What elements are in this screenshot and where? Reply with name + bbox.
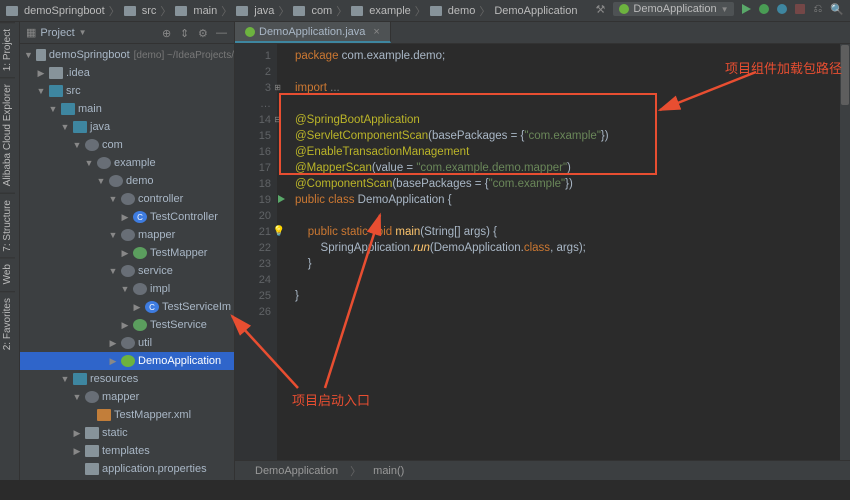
tab-structure[interactable]: 7: Structure bbox=[0, 193, 15, 258]
coverage-icon[interactable] bbox=[777, 4, 787, 14]
editor-tabs: DemoApplication.java × bbox=[235, 22, 850, 44]
run-config-dropdown[interactable]: DemoApplication ▼ bbox=[613, 2, 734, 16]
editor-tab-demoapp[interactable]: DemoApplication.java × bbox=[235, 22, 391, 43]
tree-item-static[interactable]: ▶static bbox=[20, 424, 234, 442]
gutter[interactable]: 123⊞…14⊟15161718192021💡2223242526 bbox=[235, 44, 277, 460]
tree-item-testserviceim[interactable]: ▶CTestServiceIm bbox=[20, 298, 234, 316]
springboot-icon bbox=[245, 27, 255, 37]
crumb-file[interactable]: DemoApplication bbox=[494, 5, 577, 17]
crumb[interactable]: DemoApplication bbox=[255, 465, 338, 477]
springboot-icon bbox=[619, 4, 629, 14]
crumb[interactable]: demoSpringboot bbox=[24, 5, 105, 17]
folder-icon bbox=[293, 6, 305, 16]
tree-item-impl[interactable]: ▼impl bbox=[20, 280, 234, 298]
scrollbar-vertical[interactable] bbox=[840, 44, 850, 460]
folder-icon bbox=[236, 6, 248, 16]
annotation-highlight bbox=[279, 93, 657, 175]
tree-item-util[interactable]: ▶util bbox=[20, 334, 234, 352]
tree-item-testmapper-xml[interactable]: TestMapper.xml bbox=[20, 406, 234, 424]
tree-item-application-properties[interactable]: application.properties bbox=[20, 460, 234, 478]
search-icon[interactable]: 🔍 bbox=[830, 3, 844, 16]
close-icon[interactable]: × bbox=[373, 26, 379, 38]
git-icon[interactable]: ⎌ bbox=[813, 3, 822, 16]
debug-icon[interactable] bbox=[759, 4, 769, 14]
toolbar: ⚒ DemoApplication ▼ ⎌ 🔍 bbox=[596, 2, 844, 16]
panel-header: ▦Project▼ ⊕ ⇕ ⚙ — bbox=[20, 22, 234, 44]
tab-alibaba[interactable]: Alibaba Cloud Explorer bbox=[0, 77, 15, 192]
tree-item-testcontroller[interactable]: ▶CTestController bbox=[20, 208, 234, 226]
tree-item-src[interactable]: ▼src bbox=[20, 82, 234, 100]
breadcrumb-bar: demoSpringboot〉 src〉 main〉 java〉 com〉 ex… bbox=[0, 0, 850, 22]
folder-icon bbox=[124, 6, 136, 16]
annotation-label-right: 项目组件加载包路径 bbox=[725, 58, 842, 77]
hammer-icon[interactable]: ⚒ bbox=[596, 3, 606, 16]
scrollbar-thumb[interactable] bbox=[841, 45, 849, 105]
run-icon[interactable] bbox=[742, 4, 751, 14]
tab-favorites[interactable]: 2: Favorites bbox=[0, 291, 15, 356]
tree-item-testmapper[interactable]: ▶TestMapper bbox=[20, 244, 234, 262]
settings-icon[interactable]: ⚙ bbox=[198, 27, 210, 39]
stop-icon[interactable] bbox=[795, 4, 805, 14]
tree-item-mapper[interactable]: ▼mapper bbox=[20, 226, 234, 244]
hide-icon[interactable]: — bbox=[216, 27, 228, 39]
tree-item-testservice[interactable]: ▶TestService bbox=[20, 316, 234, 334]
crumb[interactable]: com bbox=[311, 5, 332, 17]
panel-title: Project bbox=[40, 27, 74, 39]
tree-item-db-sql[interactable]: db.sql bbox=[20, 478, 234, 480]
tree-item-controller[interactable]: ▼controller bbox=[20, 190, 234, 208]
project-tool-window: ▦Project▼ ⊕ ⇕ ⚙ — ▼demoSpringboot[demo] … bbox=[20, 22, 235, 480]
project-tree[interactable]: ▼demoSpringboot[demo] ~/IdeaProjects/▶.i… bbox=[20, 44, 234, 480]
project-icon bbox=[6, 6, 18, 16]
collapse-icon[interactable]: ⇕ bbox=[180, 27, 192, 39]
tree-item-demo[interactable]: ▼demo bbox=[20, 172, 234, 190]
crumb[interactable]: main() bbox=[373, 465, 404, 477]
tab-project[interactable]: 1: Project bbox=[0, 22, 15, 77]
run-config-label: DemoApplication bbox=[633, 3, 716, 15]
crumb[interactable]: example bbox=[369, 5, 411, 17]
crumb[interactable]: demo bbox=[448, 5, 476, 17]
crumb[interactable]: java bbox=[254, 5, 274, 17]
folder-icon bbox=[351, 6, 363, 16]
tree-item-service[interactable]: ▼service bbox=[20, 262, 234, 280]
editor-area: DemoApplication.java × 123⊞…14⊟151617181… bbox=[235, 22, 850, 480]
left-tool-tabs: 1: Project Alibaba Cloud Explorer 7: Str… bbox=[0, 22, 20, 480]
folder-icon bbox=[175, 6, 187, 16]
tree-item-java[interactable]: ▼java bbox=[20, 118, 234, 136]
tree-item--idea[interactable]: ▶.idea bbox=[20, 64, 234, 82]
tab-label: DemoApplication.java bbox=[259, 26, 365, 38]
tree-item-resources[interactable]: ▼resources bbox=[20, 370, 234, 388]
tree-item-com[interactable]: ▼com bbox=[20, 136, 234, 154]
tree-item-templates[interactable]: ▶templates bbox=[20, 442, 234, 460]
tree-item-example[interactable]: ▼example bbox=[20, 154, 234, 172]
folder-icon bbox=[430, 6, 442, 16]
select-opened-icon[interactable]: ⊕ bbox=[162, 27, 174, 39]
crumb[interactable]: main bbox=[193, 5, 217, 17]
tree-item-demoapplication[interactable]: ▶DemoApplication bbox=[20, 352, 234, 370]
tree-item-main[interactable]: ▼main bbox=[20, 100, 234, 118]
crumb[interactable]: src bbox=[142, 5, 157, 17]
tab-web[interactable]: Web bbox=[0, 257, 15, 290]
tree-item-mapper[interactable]: ▼mapper bbox=[20, 388, 234, 406]
breadcrumb-bottom: DemoApplication 〉 main() bbox=[235, 460, 850, 480]
tree-item-demospringboot[interactable]: ▼demoSpringboot[demo] ~/IdeaProjects/ bbox=[20, 46, 234, 64]
annotation-label-bottom: 项目启动入口 bbox=[292, 390, 370, 409]
